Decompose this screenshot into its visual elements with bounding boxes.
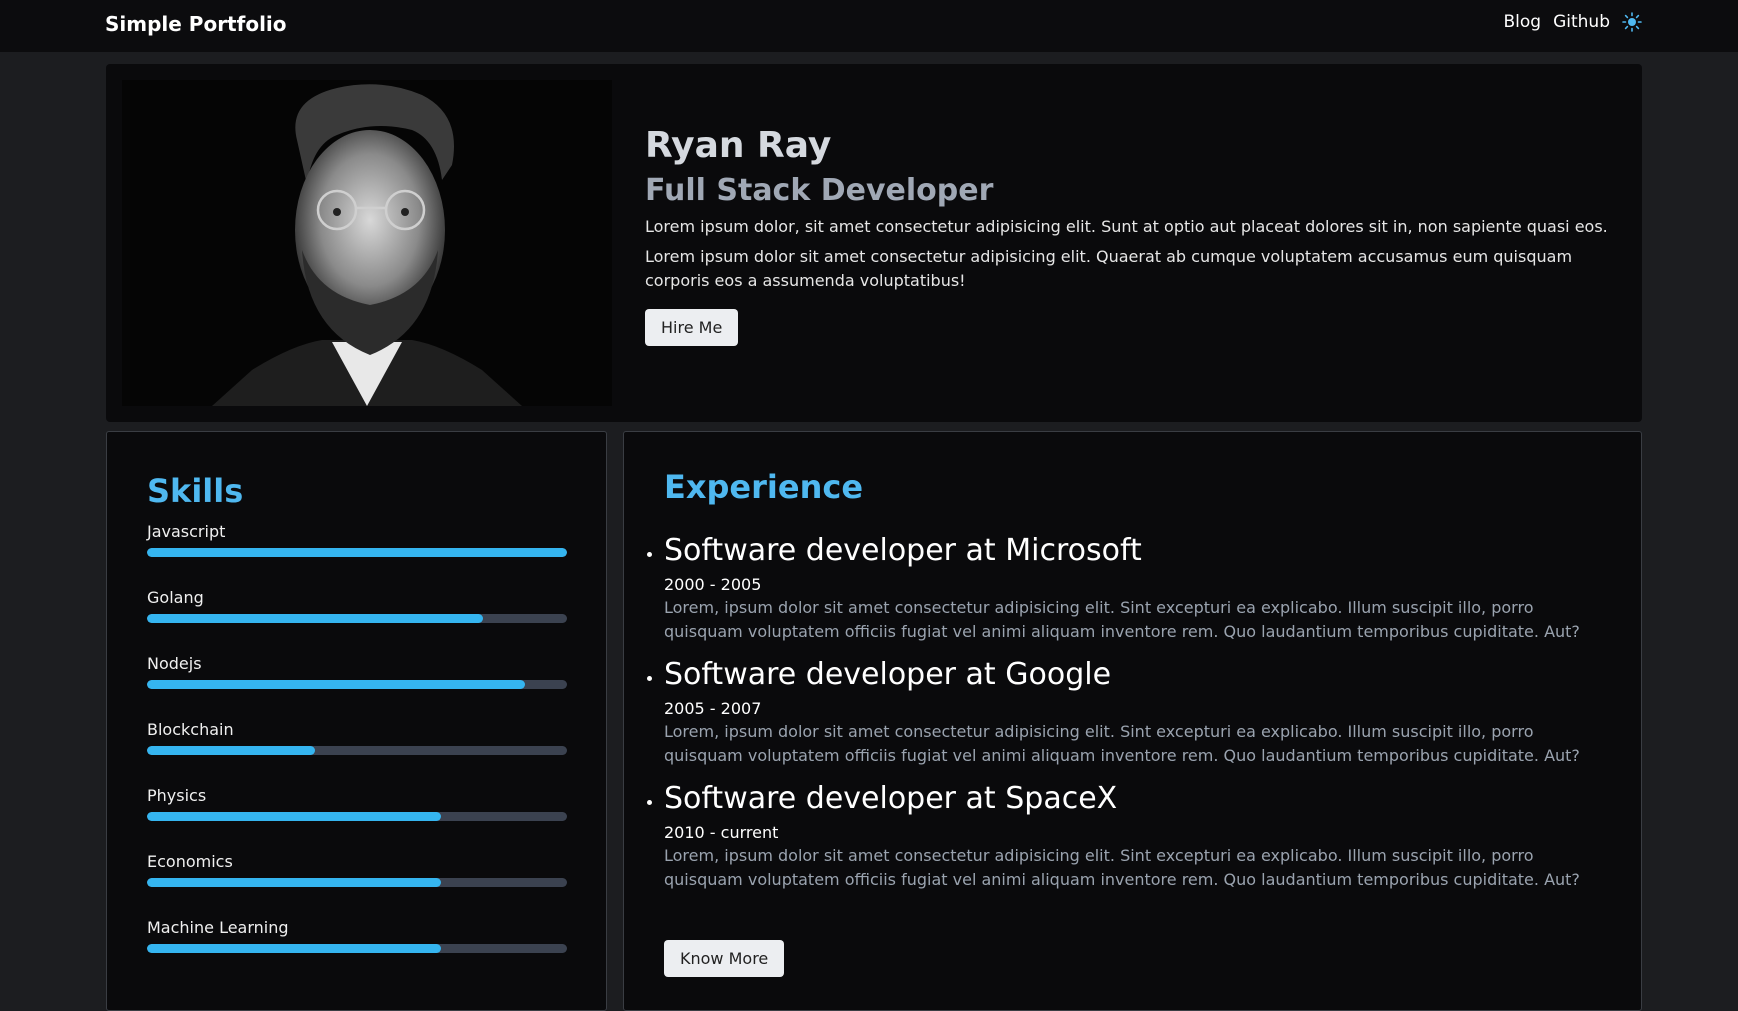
skill-list: Javascript Golang Nodejs Blockchain Physics E… (147, 522, 567, 984)
skill-progress-track (147, 680, 567, 689)
nav-link-blog[interactable]: Blog (1504, 12, 1542, 32)
bio-paragraph-2: Lorem ipsum dolor sit amet consectetur a… (645, 247, 1573, 291)
skill-progress-fill (147, 944, 441, 953)
bio-paragraph-1: Lorem ipsum dolor, sit amet consectetur … (645, 217, 1608, 237)
experience-item: Software developer at Google 2005 - 2007 L… (647, 656, 1584, 768)
skill-progress-track (147, 878, 567, 887)
skill-item: Javascript (147, 522, 567, 588)
nav-link-github[interactable]: Github (1553, 12, 1610, 32)
experience-list: Software developer at Microsoft 2000 - 20… (647, 532, 1584, 904)
skill-progress-fill (147, 680, 525, 689)
skill-progress-fill (147, 614, 483, 623)
skills-card: Skills Javascript Golang Nodejs Blockchain P… (106, 431, 607, 1011)
skill-item: Physics (147, 786, 567, 852)
brand-title[interactable]: Simple Portfolio (105, 12, 287, 36)
skill-label: Nodejs (147, 654, 202, 673)
experience-description: Lorem, ipsum dolor sit amet consectetur … (664, 598, 1580, 641)
skill-progress-track (147, 746, 567, 755)
skill-label: Machine Learning (147, 918, 289, 937)
skill-label: Golang (147, 588, 204, 607)
experience-dates: 2005 - 2007 (664, 699, 762, 718)
skills-heading: Skills (147, 472, 244, 510)
skill-progress-fill (147, 548, 567, 557)
hero-intro: Ryan Ray Full Stack Developer Lorem ipsu… (645, 124, 1615, 347)
experience-description: Lorem, ipsum dolor sit amet consectetur … (664, 846, 1580, 889)
skill-item: Blockchain (147, 720, 567, 786)
skill-item: Machine Learning (147, 918, 567, 984)
skill-progress-fill (147, 812, 441, 821)
hire-me-button[interactable]: Hire Me (645, 309, 739, 347)
skill-progress-fill (147, 878, 441, 887)
experience-title: Software developer at Microsoft (664, 533, 1142, 568)
experience-title: Software developer at Google (664, 657, 1112, 692)
profile-photo (122, 80, 612, 406)
nav-links: Blog Github (1504, 12, 1642, 32)
know-more-button[interactable]: Know More (664, 940, 785, 977)
skill-progress-track (147, 944, 567, 953)
skill-label: Physics (147, 786, 207, 805)
skill-label: Blockchain (147, 720, 234, 739)
skill-label: Javascript (147, 522, 226, 541)
experience-item: Software developer at SpaceX 2010 - curre… (647, 780, 1584, 892)
skill-item: Economics (147, 852, 567, 918)
skill-progress-track (147, 548, 567, 557)
profile-role: Full Stack Developer (645, 173, 994, 209)
top-navbar: Simple Portfolio Blog Github (0, 0, 1738, 52)
skill-label: Economics (147, 852, 233, 871)
experience-title: Software developer at SpaceX (664, 781, 1118, 816)
experience-heading: Experience (664, 468, 864, 506)
experience-description: Lorem, ipsum dolor sit amet consectetur … (664, 722, 1580, 765)
experience-card: Experience Software developer at Microso… (623, 431, 1642, 1011)
hero-section: Ryan Ray Full Stack Developer Lorem ipsu… (106, 64, 1642, 422)
sun-icon[interactable] (1622, 12, 1642, 32)
skill-progress-track (147, 812, 567, 821)
experience-dates: 2000 - 2005 (664, 575, 762, 594)
profile-name: Ryan Ray (645, 125, 832, 166)
experience-dates: 2010 - current (664, 823, 779, 842)
skill-progress-track (147, 614, 567, 623)
skill-item: Golang (147, 588, 567, 654)
skill-progress-fill (147, 746, 315, 755)
experience-item: Software developer at Microsoft 2000 - 20… (647, 532, 1584, 644)
skill-item: Nodejs (147, 654, 567, 720)
